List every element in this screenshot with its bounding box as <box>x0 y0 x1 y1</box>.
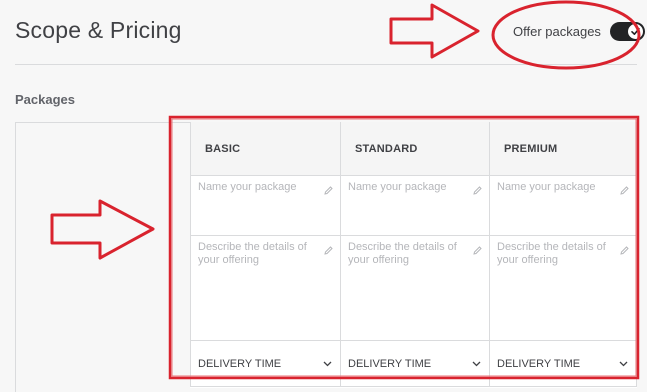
pencil-icon <box>324 186 333 195</box>
package-description-input-premium[interactable]: Describe the details of your offering <box>489 236 637 341</box>
name-placeholder: Name your package <box>198 181 297 193</box>
name-placeholder: Name your package <box>348 181 447 193</box>
delivery-time-select-premium[interactable]: DELIVERY TIME <box>489 341 637 387</box>
header-divider <box>15 64 637 65</box>
name-placeholder: Name your package <box>497 181 596 193</box>
description-placeholder: Describe the details of your offering <box>198 241 307 266</box>
offer-packages-label: Offer packages <box>513 24 601 39</box>
packages-section-label: Packages <box>15 92 75 107</box>
package-header-standard: STANDARD <box>340 122 489 176</box>
package-name-input-premium[interactable]: Name your package <box>489 176 637 236</box>
pencil-icon <box>473 186 482 195</box>
page-title: Scope & Pricing <box>15 17 182 43</box>
package-header-basic: BASIC <box>190 122 340 176</box>
package-header-premium: PREMIUM <box>489 122 637 176</box>
pencil-icon <box>473 246 482 255</box>
delivery-time-label: DELIVERY TIME <box>198 357 282 370</box>
package-name-input-standard[interactable]: Name your package <box>340 176 489 236</box>
package-name: STANDARD <box>355 142 418 155</box>
chevron-down-icon <box>323 361 332 366</box>
delivery-time-label: DELIVERY TIME <box>497 357 581 370</box>
chevron-down-icon <box>619 361 628 366</box>
package-name: PREMIUM <box>504 142 558 155</box>
description-placeholder: Describe the details of your offering <box>497 241 606 266</box>
offer-packages-toggle-group[interactable]: Offer packages <box>513 22 645 41</box>
description-placeholder: Describe the details of your offering <box>348 241 457 266</box>
check-icon <box>627 24 643 39</box>
delivery-time-label: DELIVERY TIME <box>348 357 432 370</box>
pencil-icon <box>620 186 629 195</box>
package-description-input-standard[interactable]: Describe the details of your offering <box>340 236 489 341</box>
pencil-icon <box>620 246 629 255</box>
package-name-input-basic[interactable]: Name your package <box>190 176 340 236</box>
delivery-time-select-basic[interactable]: DELIVERY TIME <box>190 341 340 387</box>
package-description-input-basic[interactable]: Describe the details of your offering <box>190 236 340 341</box>
annotation-arrow-right-icon <box>389 3 480 59</box>
package-name: BASIC <box>205 142 241 155</box>
pencil-icon <box>324 246 333 255</box>
packages-table: BASIC STANDARD PREMIUM Name your package… <box>190 122 637 388</box>
chevron-down-icon <box>472 361 481 366</box>
delivery-time-select-standard[interactable]: DELIVERY TIME <box>340 341 489 387</box>
offer-packages-toggle[interactable] <box>609 22 645 41</box>
